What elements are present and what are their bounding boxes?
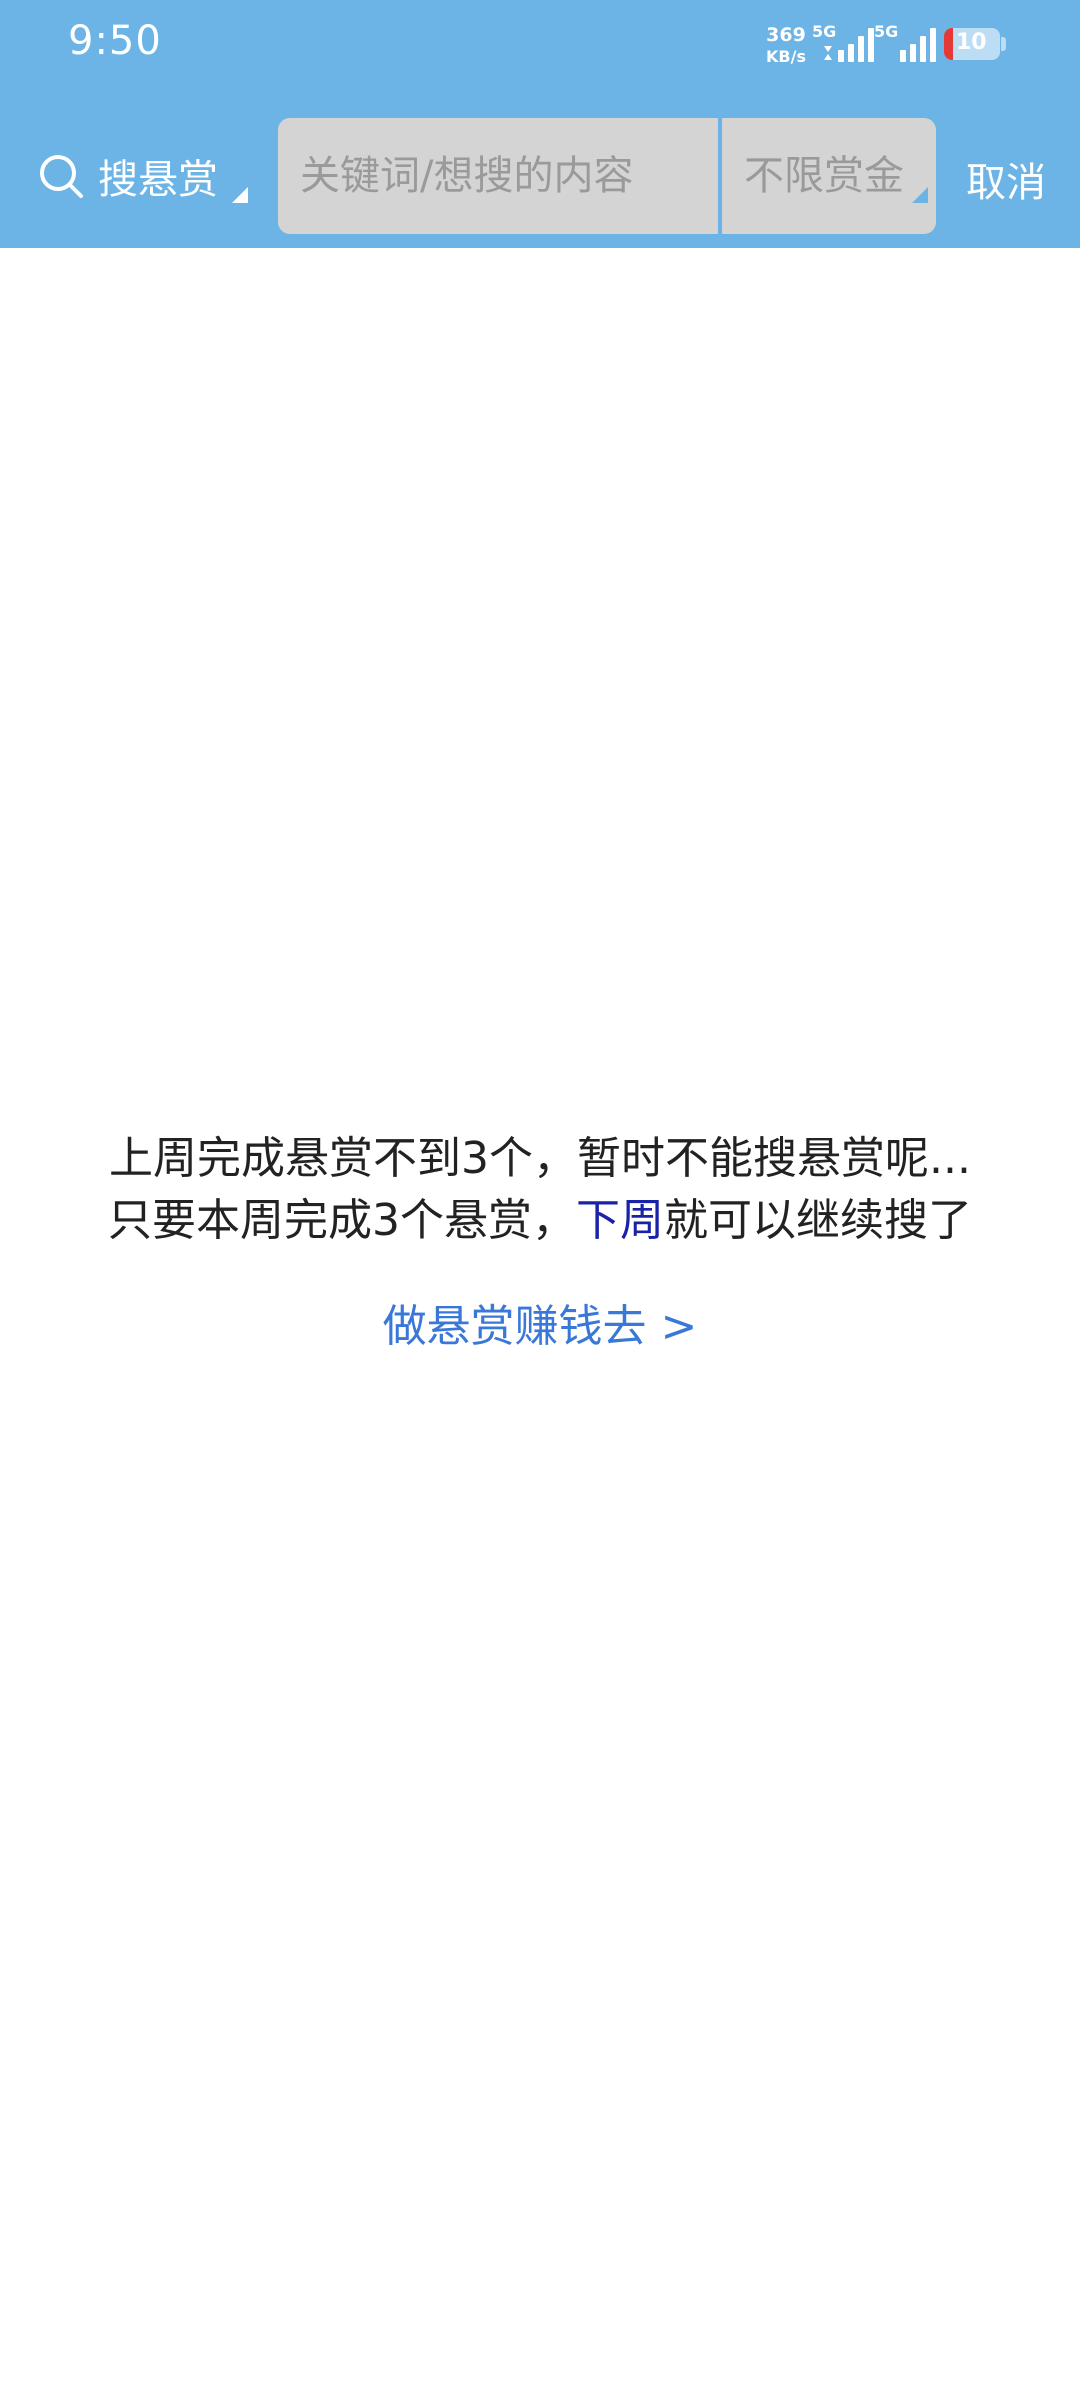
- network-speed-value: 369: [766, 24, 806, 46]
- reward-filter-dropdown[interactable]: 不限赏金: [722, 118, 936, 234]
- notice-line-2-prefix: 只要本周完成3个悬赏，: [108, 1195, 576, 1246]
- reward-filter-label: 不限赏金: [744, 153, 904, 199]
- battery-low-indicator: [944, 28, 953, 60]
- battery-icon: 10: [944, 28, 1000, 60]
- network-speed-unit: KB/s: [766, 47, 806, 66]
- battery-tip: [1001, 37, 1006, 51]
- cancel-button[interactable]: 取消: [966, 150, 1046, 208]
- dropdown-corner-icon: [232, 187, 248, 203]
- sim2-signal-icon: 5G: [874, 22, 936, 66]
- search-box: 不限赏金: [278, 118, 936, 234]
- status-bar: 9:50 369 KB/s 5G 5G 10: [0, 0, 1080, 90]
- search-scope-label: 搜悬赏: [98, 157, 218, 203]
- search-icon: [40, 155, 83, 198]
- sim1-signal-bars-icon: [824, 28, 874, 62]
- search-restriction-notice: 上周完成悬赏不到3个，暂时不能搜悬赏呢... 只要本周完成3个悬赏，下周就可以继…: [0, 1128, 1080, 1252]
- notice-line-2-suffix: 就可以继续搜了: [664, 1195, 972, 1246]
- reward-dropdown-corner-icon: [912, 187, 928, 203]
- notice-highlight-next-week: 下周: [576, 1195, 664, 1246]
- search-scope-selector[interactable]: 搜悬赏: [36, 148, 218, 204]
- sim1-signal-icon: 5G: [812, 22, 874, 66]
- header: 9:50 369 KB/s 5G 5G 10 搜悬赏 关键词/想搜的内容 不限赏…: [0, 0, 1080, 248]
- network-speed: 369 KB/s: [764, 24, 808, 68]
- do-bounty-link-label: 做悬赏赚钱去 >: [382, 1301, 698, 1352]
- status-time: 9:50: [68, 18, 162, 64]
- do-bounty-link[interactable]: 做悬赏赚钱去 >: [0, 1290, 1080, 1354]
- notice-line-1: 上周完成悬赏不到3个，暂时不能搜悬赏呢...: [109, 1133, 971, 1184]
- notice-line-2: 只要本周完成3个悬赏，下周就可以继续搜了: [0, 1190, 1080, 1252]
- search-input[interactable]: [278, 118, 718, 234]
- battery-level: 10: [956, 30, 987, 55]
- sim2-signal-bars-icon: [900, 28, 936, 62]
